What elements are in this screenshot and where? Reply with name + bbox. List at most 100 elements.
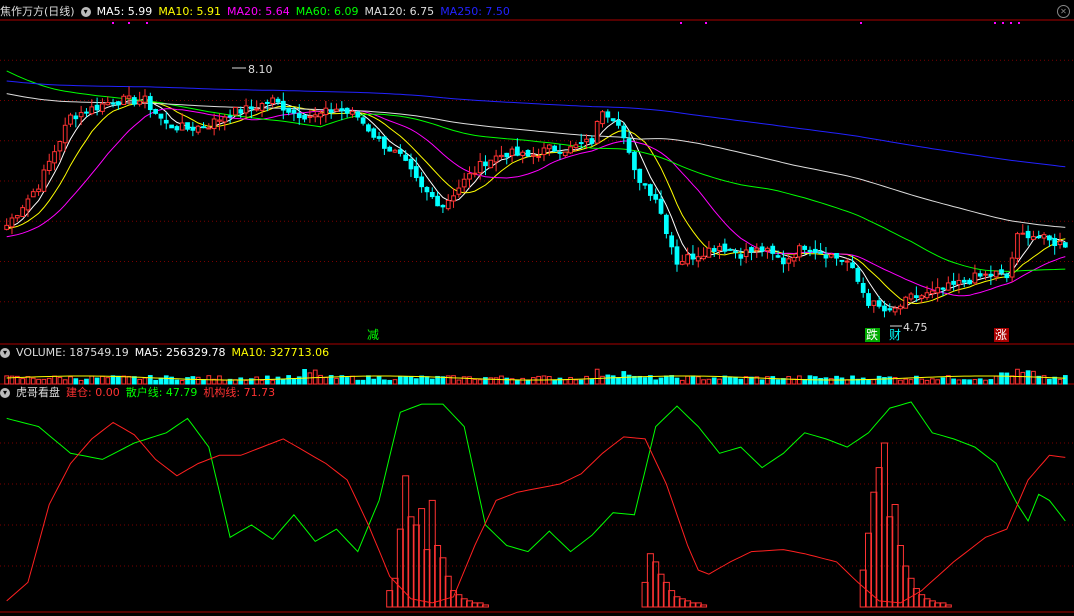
candle-body xyxy=(366,124,371,132)
candle-body xyxy=(887,308,893,311)
volume-bar xyxy=(515,379,520,385)
candle-body xyxy=(270,97,276,104)
volume-bar xyxy=(770,376,776,385)
candle-body xyxy=(754,247,760,251)
candle-body xyxy=(1057,240,1063,246)
candle-body xyxy=(520,151,526,157)
volume-bar xyxy=(695,376,701,385)
signal-dot xyxy=(1018,22,1020,24)
candle-body xyxy=(456,187,462,195)
candle-body xyxy=(855,267,861,282)
candle-body xyxy=(472,172,478,175)
candle-body xyxy=(1009,257,1015,278)
candle-body xyxy=(796,245,802,258)
candle-body xyxy=(765,247,770,252)
volume-bar xyxy=(126,375,132,385)
candle-body xyxy=(951,280,956,285)
candle-body xyxy=(648,184,653,196)
candle-body xyxy=(690,253,696,260)
candle-body xyxy=(530,154,536,157)
volume-bar xyxy=(956,379,962,385)
moving-average-lines xyxy=(6,70,1066,309)
candle-body xyxy=(546,144,552,150)
candle-body xyxy=(972,272,978,284)
candle-body xyxy=(206,127,212,130)
volume-bar xyxy=(286,375,291,385)
volume-bar xyxy=(4,375,10,385)
volume-bar xyxy=(977,378,983,385)
volume-bar xyxy=(605,374,611,385)
candle-body xyxy=(983,273,988,276)
candle-body xyxy=(589,138,595,144)
volume-bar xyxy=(89,375,95,385)
candle-body xyxy=(68,114,73,125)
volume-bar xyxy=(828,378,834,385)
candle-body xyxy=(1036,236,1042,239)
volume-bar xyxy=(504,377,510,385)
candle-body xyxy=(254,108,260,111)
volume-bar xyxy=(866,379,871,385)
candle-body xyxy=(573,144,579,149)
volume-bar xyxy=(525,379,531,385)
candle-body xyxy=(610,118,616,122)
candle-body xyxy=(280,100,286,111)
volume-bar xyxy=(823,377,829,385)
candle-body xyxy=(956,279,962,286)
volume-bar xyxy=(701,379,706,385)
candle-body xyxy=(328,109,334,113)
candle-body xyxy=(413,166,419,179)
volume-bar xyxy=(1009,375,1015,385)
candle-body xyxy=(999,269,1004,274)
candle-body xyxy=(727,248,733,251)
candle-body xyxy=(802,245,808,250)
volume-bar xyxy=(36,378,41,385)
volume-bar xyxy=(302,369,307,385)
candle-body xyxy=(711,248,717,252)
candle-body xyxy=(871,300,877,306)
volume-bar xyxy=(158,377,164,385)
candle-body xyxy=(834,252,839,259)
candle-body xyxy=(674,246,680,265)
candle-body xyxy=(227,115,233,118)
volume-bar xyxy=(419,375,424,385)
candle-body xyxy=(600,111,605,125)
candle-body xyxy=(945,282,951,291)
candle-body xyxy=(52,151,57,164)
volume-bar xyxy=(174,379,180,385)
signal-dot xyxy=(128,22,130,24)
volume-bar xyxy=(642,377,648,385)
candle-body xyxy=(626,138,632,153)
candle-body xyxy=(876,300,882,307)
volume-bars xyxy=(4,368,1068,385)
candle-body xyxy=(743,249,749,258)
volume-bar xyxy=(116,375,121,385)
candle-body xyxy=(552,145,557,152)
candle-body xyxy=(935,287,941,294)
volume-bar xyxy=(73,378,79,385)
candle-body xyxy=(445,199,451,210)
candle-body xyxy=(41,169,47,192)
candle-body xyxy=(733,250,738,253)
candle-body xyxy=(238,109,244,114)
candle-body xyxy=(78,112,84,118)
candle-body xyxy=(387,146,393,152)
candle-body xyxy=(30,191,36,198)
candle-body xyxy=(818,251,823,254)
stock-chart[interactable]: 8.10 4.75 减 跌 财 涨 xyxy=(0,0,1074,616)
volume-bar xyxy=(131,376,137,385)
candle-body xyxy=(100,103,105,112)
volume-bar xyxy=(967,379,972,385)
volume-bar xyxy=(632,375,637,385)
candle-body xyxy=(382,136,387,149)
candle-body xyxy=(786,258,792,264)
volume-bar xyxy=(1004,372,1010,385)
signal-dot xyxy=(1002,22,1004,24)
volume-bar xyxy=(530,377,536,385)
volume-bar xyxy=(403,376,409,385)
candle-body xyxy=(493,155,499,163)
volume-bar xyxy=(722,375,728,385)
candle-body xyxy=(467,173,472,180)
candle-body xyxy=(568,146,573,154)
mark-rise: 涨 xyxy=(995,327,1007,342)
volume-bar xyxy=(312,369,318,385)
